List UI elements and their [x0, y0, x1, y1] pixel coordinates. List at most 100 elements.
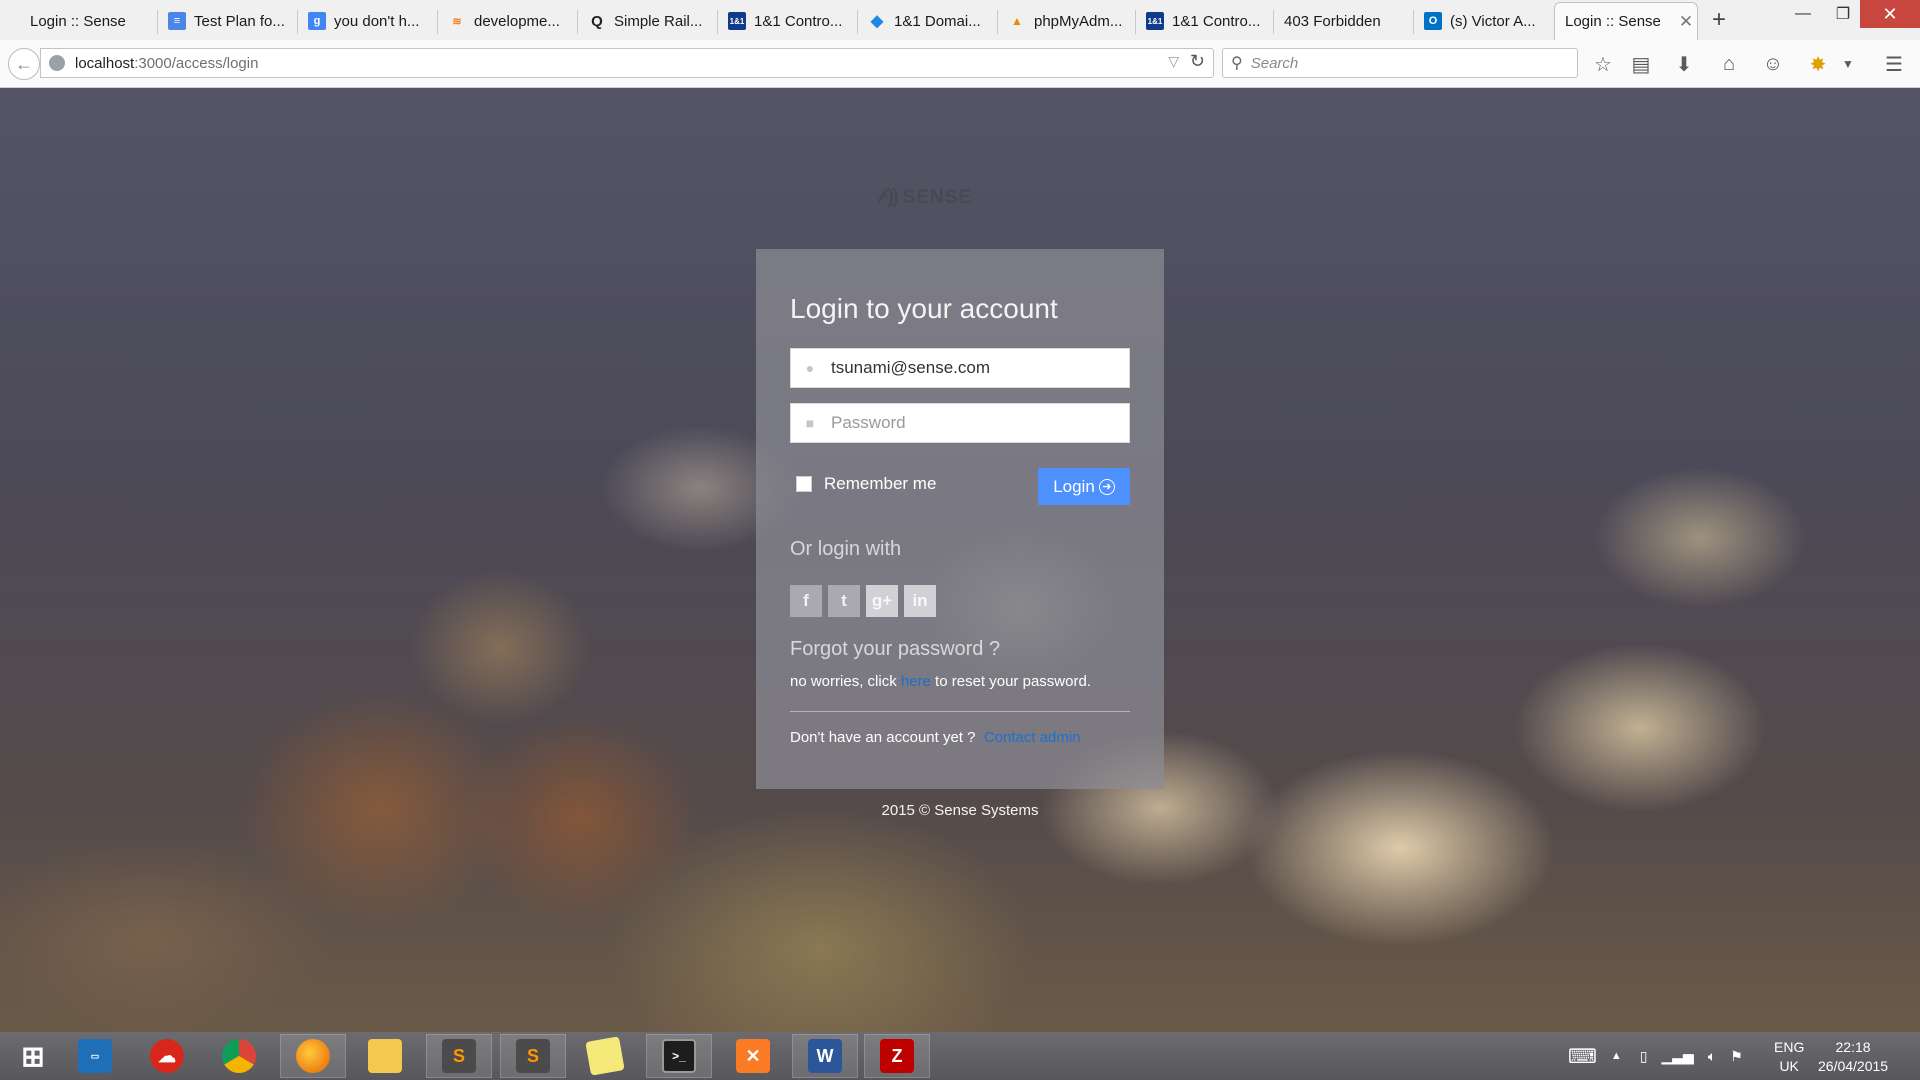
- battery-icon[interactable]: ▯: [1640, 1048, 1648, 1065]
- folder-icon: [368, 1039, 402, 1073]
- search-icon: Q: [591, 12, 603, 30]
- tab-simple-rails[interactable]: Q Simple Rail...: [578, 2, 718, 40]
- email-value: tsunami@sense.com: [831, 358, 990, 377]
- address-bar[interactable]: localhost:3000/access/login ▽ ↻: [40, 48, 1214, 78]
- google-plus-login-button[interactable]: g+: [866, 585, 898, 617]
- tab-label: 403 Forbidden: [1284, 12, 1381, 30]
- taskbar-word[interactable]: W: [792, 1034, 858, 1078]
- stackoverflow-icon: ≋: [452, 15, 462, 28]
- tab-google-search[interactable]: g you don't h...: [298, 2, 438, 40]
- tab-403-forbidden[interactable]: 403 Forbidden: [1274, 2, 1414, 40]
- tab-1and1-control-2[interactable]: 1&1 1&1 Contro...: [1136, 2, 1274, 40]
- chrome-icon: [222, 1039, 256, 1073]
- password-field[interactable]: ■ Password: [790, 403, 1130, 443]
- taskbar-filezilla[interactable]: Z: [864, 1034, 930, 1078]
- arrow-circle-right-icon: ➜: [1098, 478, 1115, 495]
- back-button[interactable]: ←: [8, 48, 40, 80]
- tab-1and1-control[interactable]: 1&1 1&1 Contro...: [718, 2, 858, 40]
- tab-phpmyadmin[interactable]: ▲ phpMyAdm...: [998, 2, 1136, 40]
- forgot-prefix: no worries, click: [790, 673, 901, 690]
- taskbar-firefox[interactable]: [280, 1034, 346, 1078]
- remember-me[interactable]: Remember me: [796, 474, 936, 494]
- taskbar-cloud-app[interactable]: ☁: [134, 1034, 200, 1078]
- login-button-label: Login: [1053, 476, 1095, 496]
- taskbar-sublime-2[interactable]: S: [500, 1034, 566, 1078]
- forgot-password-title: Forgot your password ?: [790, 638, 1001, 660]
- start-button[interactable]: ⊞: [0, 1034, 66, 1078]
- taskbar-sublime-1[interactable]: S: [426, 1034, 492, 1078]
- cloud-icon: ☁: [150, 1039, 184, 1073]
- search-bar[interactable]: ⚲ Search: [1222, 48, 1578, 78]
- taskbar-sticky-notes[interactable]: [572, 1034, 638, 1078]
- url-host: localhost: [75, 54, 135, 72]
- browser-nav-bar: ← localhost:3000/access/login ▽ ↻ ⚲ Sear…: [0, 40, 1920, 88]
- taskbar-chrome[interactable]: [206, 1034, 272, 1078]
- password-placeholder: Password: [831, 413, 906, 432]
- tab-label: Login :: Sense: [1565, 13, 1661, 30]
- contact-admin-link[interactable]: Contact admin: [984, 729, 1081, 746]
- brand-name: SENSE: [902, 186, 973, 208]
- system-clock[interactable]: 22:18 26/04/2015: [1818, 1038, 1888, 1076]
- taskbar-file-explorer[interactable]: [352, 1034, 418, 1078]
- sticky-notes-icon: [585, 1036, 625, 1076]
- docs-icon: ≡: [168, 12, 186, 30]
- facebook-login-button[interactable]: f: [790, 585, 822, 617]
- page-footer: 2015 © Sense Systems: [881, 802, 1039, 819]
- reading-list-icon[interactable]: ▤: [1627, 50, 1655, 78]
- brand-logo: ⁄⁄·)) SENSE: [880, 186, 972, 209]
- user-icon: ●: [805, 360, 815, 376]
- input-language[interactable]: ENG UK: [1774, 1038, 1804, 1076]
- volume-icon[interactable]: 🔈︎: [1708, 1048, 1716, 1065]
- oneandone-icon: 1&1: [1146, 12, 1164, 30]
- forgot-password-text: no worries, click here to reset your pas…: [790, 673, 1091, 690]
- sublime-text-icon: S: [516, 1039, 550, 1073]
- tab-test-plan[interactable]: ≡ Test Plan fo...: [158, 2, 298, 40]
- email-field[interactable]: ● tsunami@sense.com: [790, 348, 1130, 388]
- google-plus-icon: g+: [871, 591, 893, 610]
- taskbar-terminal[interactable]: >_: [646, 1034, 712, 1078]
- remember-label: Remember me: [824, 474, 937, 493]
- taskbar-lenovo[interactable]: ▭: [62, 1034, 128, 1078]
- network-signal-icon[interactable]: ▁▃▅: [1661, 1048, 1693, 1065]
- forgot-suffix: to reset your password.: [930, 673, 1091, 690]
- linkedin-login-button[interactable]: in: [904, 585, 936, 617]
- tab-login-sense-active[interactable]: Login :: Sense ✕: [1554, 2, 1698, 40]
- tab-login-sense[interactable]: Login :: Sense: [20, 2, 158, 40]
- close-tab-icon[interactable]: ✕: [1679, 12, 1693, 32]
- chat-icon[interactable]: ☺: [1759, 50, 1787, 78]
- keyboard-icon[interactable]: ⌨: [1568, 1044, 1597, 1069]
- close-window-button[interactable]: ✕: [1860, 0, 1920, 28]
- home-icon[interactable]: ⌂: [1715, 50, 1743, 78]
- downloads-icon[interactable]: ⬇: [1670, 50, 1698, 78]
- filezilla-icon: Z: [880, 1039, 914, 1073]
- menu-icon[interactable]: ☰: [1880, 50, 1908, 78]
- url-dropdown-icon[interactable]: ▽: [1168, 53, 1179, 70]
- tab-outlook[interactable]: O (s) Victor A...: [1414, 2, 1554, 40]
- twitter-login-button[interactable]: t: [828, 585, 860, 617]
- bookmark-star-icon[interactable]: ☆: [1589, 50, 1617, 78]
- search-placeholder: Search: [1250, 54, 1299, 72]
- lang-code: ENG: [1774, 1039, 1805, 1055]
- tab-development[interactable]: ≋ developme...: [438, 2, 578, 40]
- tab-label: you don't h...: [334, 12, 420, 30]
- signup-text: Don't have an account yet ? Contact admi…: [790, 729, 1081, 746]
- extension-dropdown-icon[interactable]: ▼: [1834, 50, 1862, 78]
- login-button[interactable]: Login ➜: [1038, 468, 1130, 505]
- twitter-icon: t: [841, 591, 847, 610]
- new-tab-button[interactable]: +: [1704, 6, 1734, 34]
- action-center-flag-icon[interactable]: ⚑: [1730, 1048, 1743, 1065]
- reset-password-link[interactable]: here: [901, 673, 931, 690]
- reload-icon[interactable]: ↻: [1190, 51, 1205, 72]
- domain-icon: ◆: [870, 13, 884, 30]
- clock-date: 26/04/2015: [1818, 1058, 1889, 1074]
- search-icon: ⚲: [1231, 55, 1243, 72]
- social-login-buttons: f t g+ in: [790, 585, 936, 617]
- tab-label: 1&1 Contro...: [1172, 12, 1261, 30]
- taskbar-xampp[interactable]: ✕: [720, 1034, 786, 1078]
- extension-icon[interactable]: ✸: [1804, 50, 1832, 78]
- tab-label: Simple Rail...: [614, 12, 703, 30]
- tab-label: (s) Victor A...: [1450, 12, 1536, 30]
- show-hidden-icons-icon[interactable]: ▲: [1611, 1050, 1622, 1062]
- tab-1and1-domain[interactable]: ◆ 1&1 Domai...: [858, 2, 998, 40]
- remember-checkbox[interactable]: [796, 476, 812, 492]
